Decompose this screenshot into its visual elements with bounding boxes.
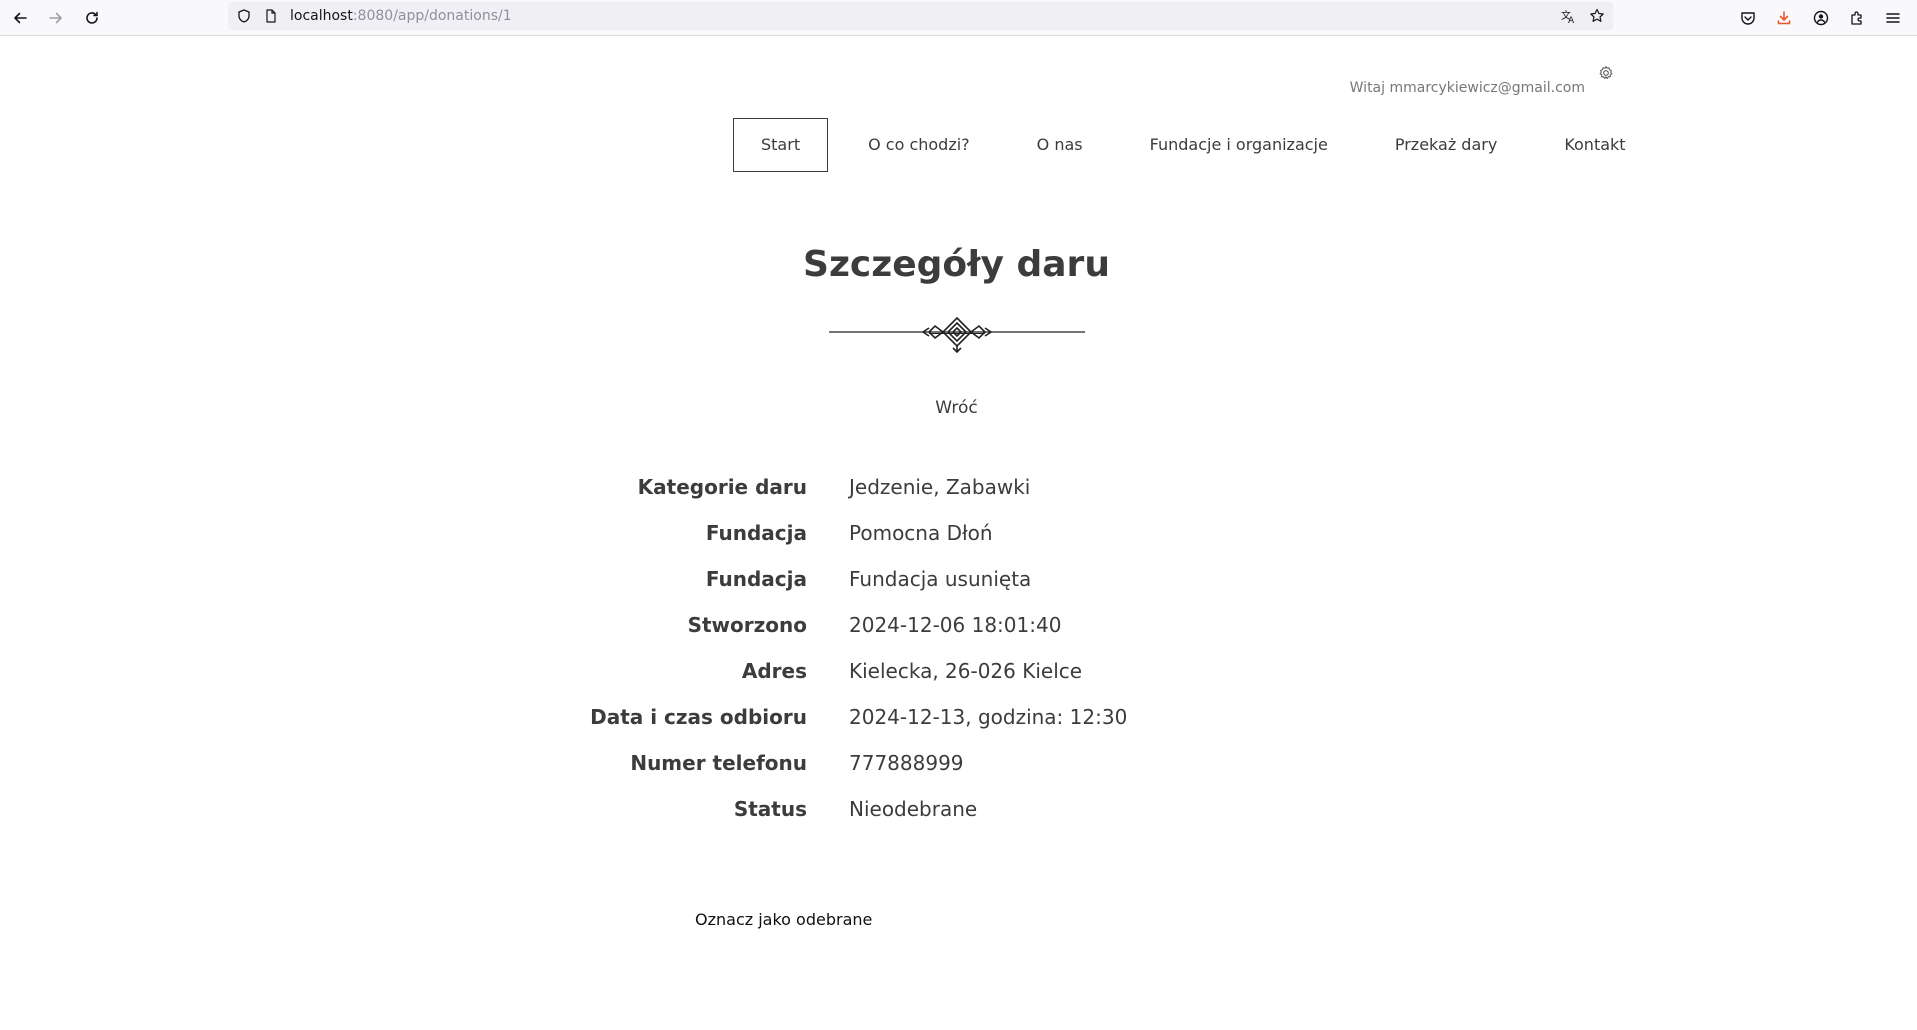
detail-row-categories: Kategorie daru Jedzenie, Zabawki (560, 464, 1260, 510)
pocket-button[interactable] (1734, 4, 1762, 32)
detail-row-phone: Numer telefonu 777888999 (560, 740, 1260, 786)
nav-start[interactable]: Start (733, 118, 829, 172)
detail-row-created: Stworzono 2024-12-06 18:01:40 (560, 602, 1260, 648)
pocket-icon (1741, 12, 1755, 25)
star-icon[interactable] (1589, 8, 1605, 24)
download-icon (1777, 11, 1791, 25)
translate-icon[interactable]: 文A (1561, 8, 1577, 24)
page-icon (266, 9, 276, 23)
detail-label: Numer telefonu (630, 751, 807, 775)
url-path: :8080/app/donations/1 (352, 8, 512, 24)
status-value: Nieodebrane (849, 797, 978, 821)
puzzle-icon (1851, 11, 1862, 25)
forward-button[interactable] (42, 4, 70, 32)
detail-label: Stworzono (687, 613, 807, 637)
detail-value: 2024-12-06 18:01:40 (849, 613, 1062, 637)
detail-label: Status (733, 797, 807, 821)
shield-icon[interactable] (237, 9, 251, 23)
back-button[interactable] (6, 4, 34, 32)
detail-row-foundation: Fundacja Pomocna Dłoń (560, 510, 1260, 556)
detail-label: Kategorie daru (637, 475, 807, 499)
nav-contact[interactable]: Kontakt (1537, 118, 1652, 172)
detail-row-address: Adres Kielecka, 26-026 Kielce (560, 648, 1260, 694)
arrow-right-icon (49, 12, 62, 24)
menu-button[interactable] (1879, 4, 1907, 32)
reload-icon (86, 11, 98, 24)
detail-label: Adres (741, 659, 807, 683)
detail-value: Kielecka, 26-026 Kielce (849, 659, 1083, 683)
account-button[interactable] (1807, 4, 1835, 32)
browser-toolbar: localhost:8080/app/donations/1 文A (0, 0, 1917, 36)
detail-value: 2024-12-13, godzina: 12:30 (849, 705, 1128, 729)
url-host: localhost (290, 8, 353, 24)
reload-button[interactable] (78, 4, 106, 32)
mark-received-button[interactable]: Oznacz jako odebrane (695, 910, 872, 929)
detail-value: 777888999 (849, 751, 964, 775)
account-icon (1813, 10, 1829, 26)
svg-text:A: A (1568, 16, 1575, 24)
extensions-button[interactable] (1843, 4, 1871, 32)
welcome-text: Witaj mmarcykiewicz@gmail.com (1349, 80, 1585, 96)
nav-about[interactable]: O co chodzi? (841, 118, 997, 172)
hamburger-menu-icon (1886, 13, 1900, 23)
nav-foundations[interactable]: Fundacje i organizacje (1123, 118, 1355, 172)
detail-label: Fundacja (705, 567, 807, 591)
page-title: Szczegóły daru (803, 244, 1110, 285)
nav-donate[interactable]: Przekaż dary (1368, 118, 1524, 172)
detail-value: Pomocna Dłoń (849, 521, 993, 545)
detail-label: Fundacja (705, 521, 807, 545)
main-nav: Start O co chodzi? O nas Fundacje i orga… (733, 118, 1666, 172)
ornament-divider (829, 316, 1085, 354)
url-bar[interactable]: localhost:8080/app/donations/1 文A (228, 2, 1613, 30)
detail-value: Jedzenie, Zabawki (849, 475, 1031, 499)
nav-about-us[interactable]: O nas (1010, 118, 1110, 172)
detail-row-pickup: Data i czas odbioru 2024-12-13, godzina:… (560, 694, 1260, 740)
downloads-button[interactable] (1770, 4, 1798, 32)
detail-label: Data i czas odbioru (590, 705, 807, 729)
detail-row-status: Status Nieodebrane (560, 786, 1260, 832)
arrow-left-icon (14, 12, 27, 24)
detail-value: Fundacja usunięta (849, 567, 1032, 591)
detail-row-foundation-deleted: Fundacja Fundacja usunięta (560, 556, 1260, 602)
gear-icon[interactable] (1598, 65, 1614, 81)
back-link[interactable]: Wróć (0, 398, 1913, 418)
url-text[interactable]: localhost:8080/app/donations/1 (290, 8, 512, 24)
donation-details: Kategorie daru Jedzenie, Zabawki Fundacj… (560, 464, 1260, 832)
